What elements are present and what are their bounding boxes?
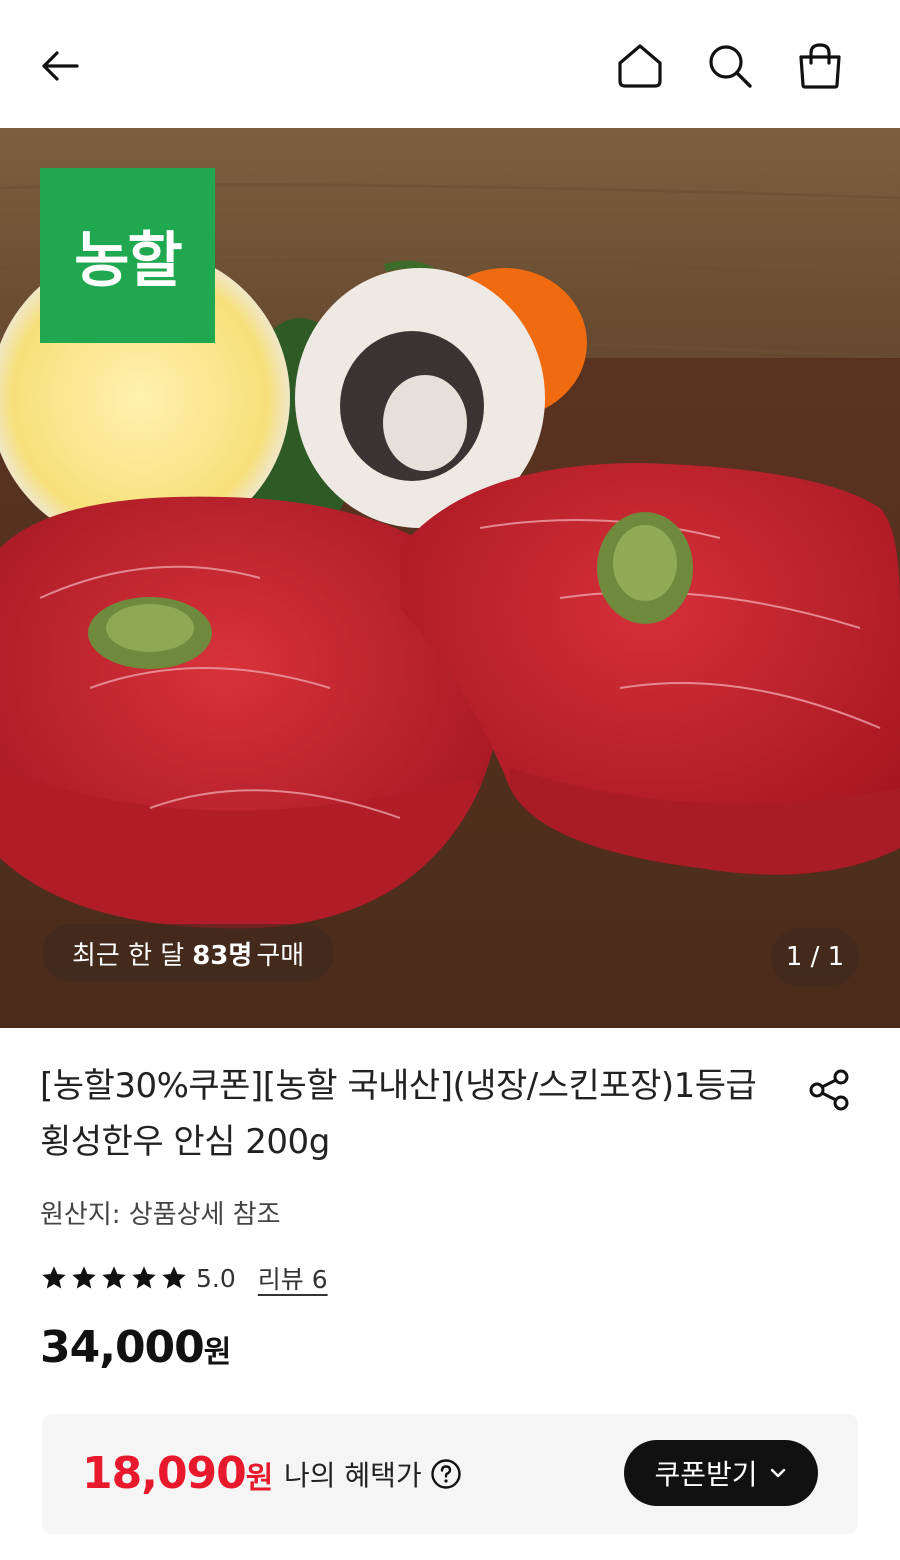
product-image-carousel[interactable]: 농할 최근 한 달 83명 구매 1 / 1 <box>0 128 900 1028</box>
shopping-bag-icon <box>799 43 841 89</box>
image-page-indicator: 1 / 1 <box>771 928 859 986</box>
cart-button[interactable] <box>790 36 850 96</box>
star-icon <box>102 1266 126 1289</box>
buyers-count: 83명 <box>192 940 253 971</box>
star-icon <box>42 1266 66 1289</box>
get-coupon-button[interactable]: 쿠폰받기 <box>624 1440 818 1506</box>
chevron-down-icon <box>770 1468 785 1478</box>
product-title: [농할30%쿠폰][농할 국내산](냉장/스킨포장)1등급 횡성한우 안심 20… <box>40 1066 757 1162</box>
buyers-suffix: 구매 <box>256 940 305 971</box>
rating-score: 5.0 <box>196 1263 236 1293</box>
price-value: 34,000 <box>40 1322 205 1373</box>
benefit-price: 18,090 원 <box>82 1448 273 1499</box>
search-button[interactable] <box>700 36 760 96</box>
benefit-price-value: 18,090 <box>82 1448 247 1499</box>
star-icon <box>72 1266 96 1289</box>
share-button[interactable] <box>802 1062 858 1118</box>
recent-buyers-badge: 최근 한 달 83명 구매 <box>42 924 335 982</box>
star-icon <box>162 1266 186 1289</box>
top-app-bar <box>0 0 900 128</box>
price-unit: 원 <box>203 1335 232 1370</box>
brand-logo-badge: 농할 <box>40 168 215 343</box>
origin-info: 원산지: 상품상세 참조 <box>40 1200 281 1230</box>
search-icon <box>709 45 752 88</box>
home-button[interactable] <box>610 36 670 96</box>
coupon-button-label: 쿠폰받기 <box>654 1458 758 1491</box>
rating-row: 5.0 리뷰 6 <box>40 1258 328 1298</box>
share-icon <box>809 1069 849 1111</box>
home-icon <box>618 44 662 88</box>
original-price: 34,000 원 <box>40 1322 231 1373</box>
benefit-price-box: 18,090 원 나의 혜택가 쿠폰받기 <box>42 1414 858 1534</box>
brand-logo-text: 농할 <box>74 226 182 296</box>
benefit-label: 나의 혜택가 <box>284 1454 462 1494</box>
benefit-price-unit: 원 <box>245 1461 274 1496</box>
buyers-prefix: 최근 한 달 <box>72 940 185 971</box>
back-button[interactable] <box>30 36 90 96</box>
review-count-link[interactable]: 리뷰 6 <box>258 1260 328 1296</box>
question-circle-icon[interactable] <box>430 1458 462 1490</box>
benefit-label-text: 나의 혜택가 <box>284 1459 422 1492</box>
arrow-left-icon <box>42 51 79 81</box>
star-rating <box>40 1264 188 1292</box>
star-icon <box>132 1266 156 1289</box>
